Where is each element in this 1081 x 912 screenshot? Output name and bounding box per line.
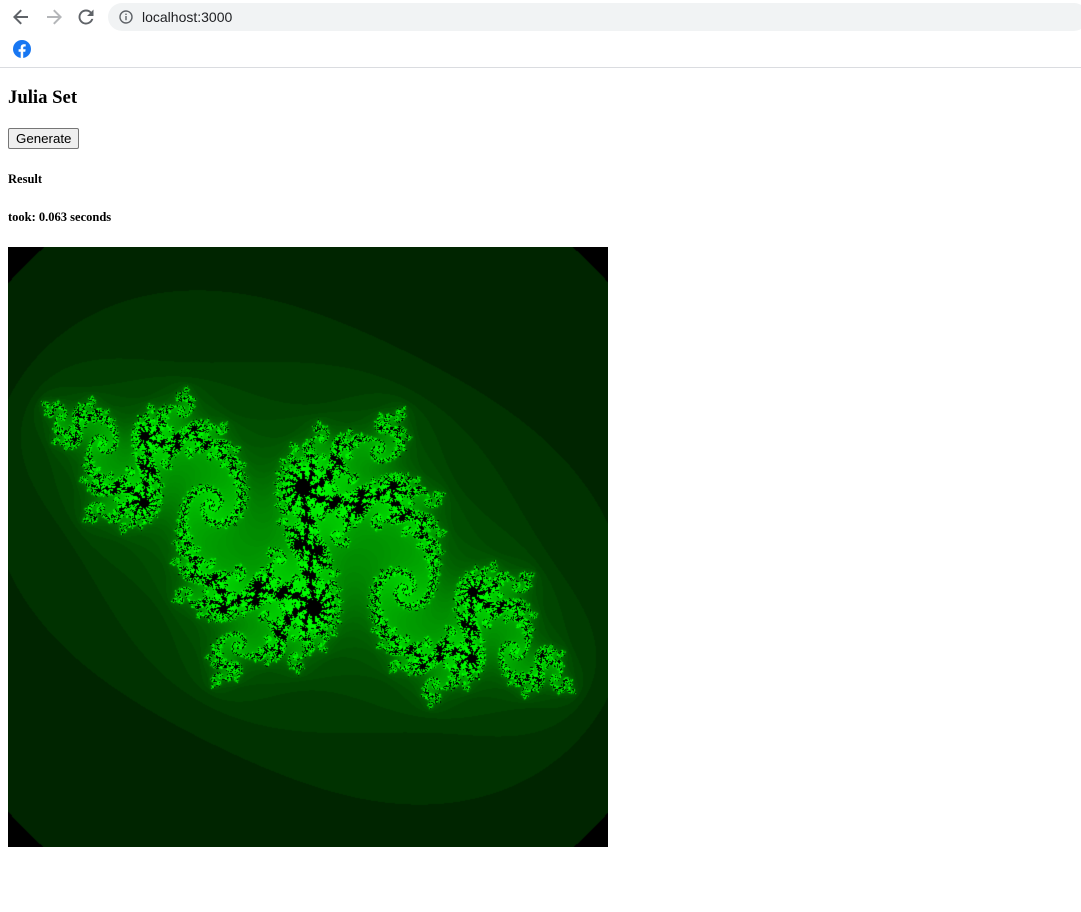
julia-set-image [8, 247, 608, 847]
forward-button[interactable] [41, 4, 67, 30]
bookmark-facebook[interactable] [13, 40, 31, 58]
info-icon[interactable] [118, 9, 134, 25]
url-text: localhost:3000 [142, 9, 233, 25]
page-title: Julia Set [8, 87, 78, 108]
browser-toolbar: localhost:3000 [0, 0, 1081, 68]
address-bar[interactable]: localhost:3000 [108, 3, 1081, 31]
result-heading: Result [8, 172, 43, 186]
reload-button[interactable] [73, 4, 99, 30]
back-arrow-icon [13, 9, 28, 25]
back-button[interactable] [8, 4, 34, 30]
page-content: Julia Set Generate Result took: 0.063 se… [8, 68, 1068, 847]
generate-button[interactable]: Generate [8, 128, 80, 149]
facebook-icon [13, 40, 31, 58]
reload-icon [78, 9, 94, 25]
forward-arrow-icon [47, 9, 62, 25]
elapsed-time-text: took: 0.063 seconds [8, 210, 112, 224]
